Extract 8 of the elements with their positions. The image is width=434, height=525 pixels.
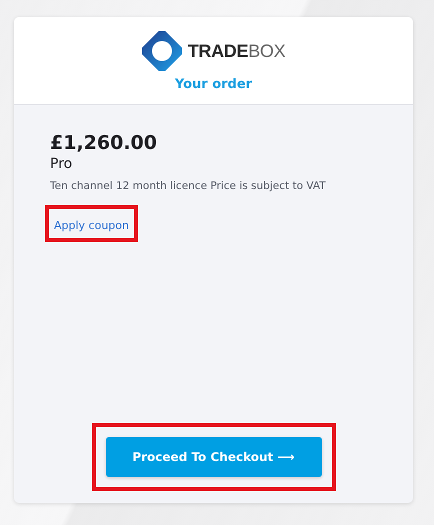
- apply-coupon-link[interactable]: Apply coupon: [54, 219, 129, 232]
- page-heading: Your order: [174, 77, 252, 92]
- logo-wordmark: TRADEBOX: [188, 40, 286, 62]
- plan-name: Pro: [50, 156, 72, 172]
- price-text: £1,260.00: [50, 132, 157, 154]
- description-text: Ten channel 12 month licence Price is subject to VAT: [50, 179, 327, 194]
- checkout-button[interactable]: Proceed To Checkout ⟶: [106, 437, 322, 477]
- rounded-square-logo-icon: [142, 31, 182, 71]
